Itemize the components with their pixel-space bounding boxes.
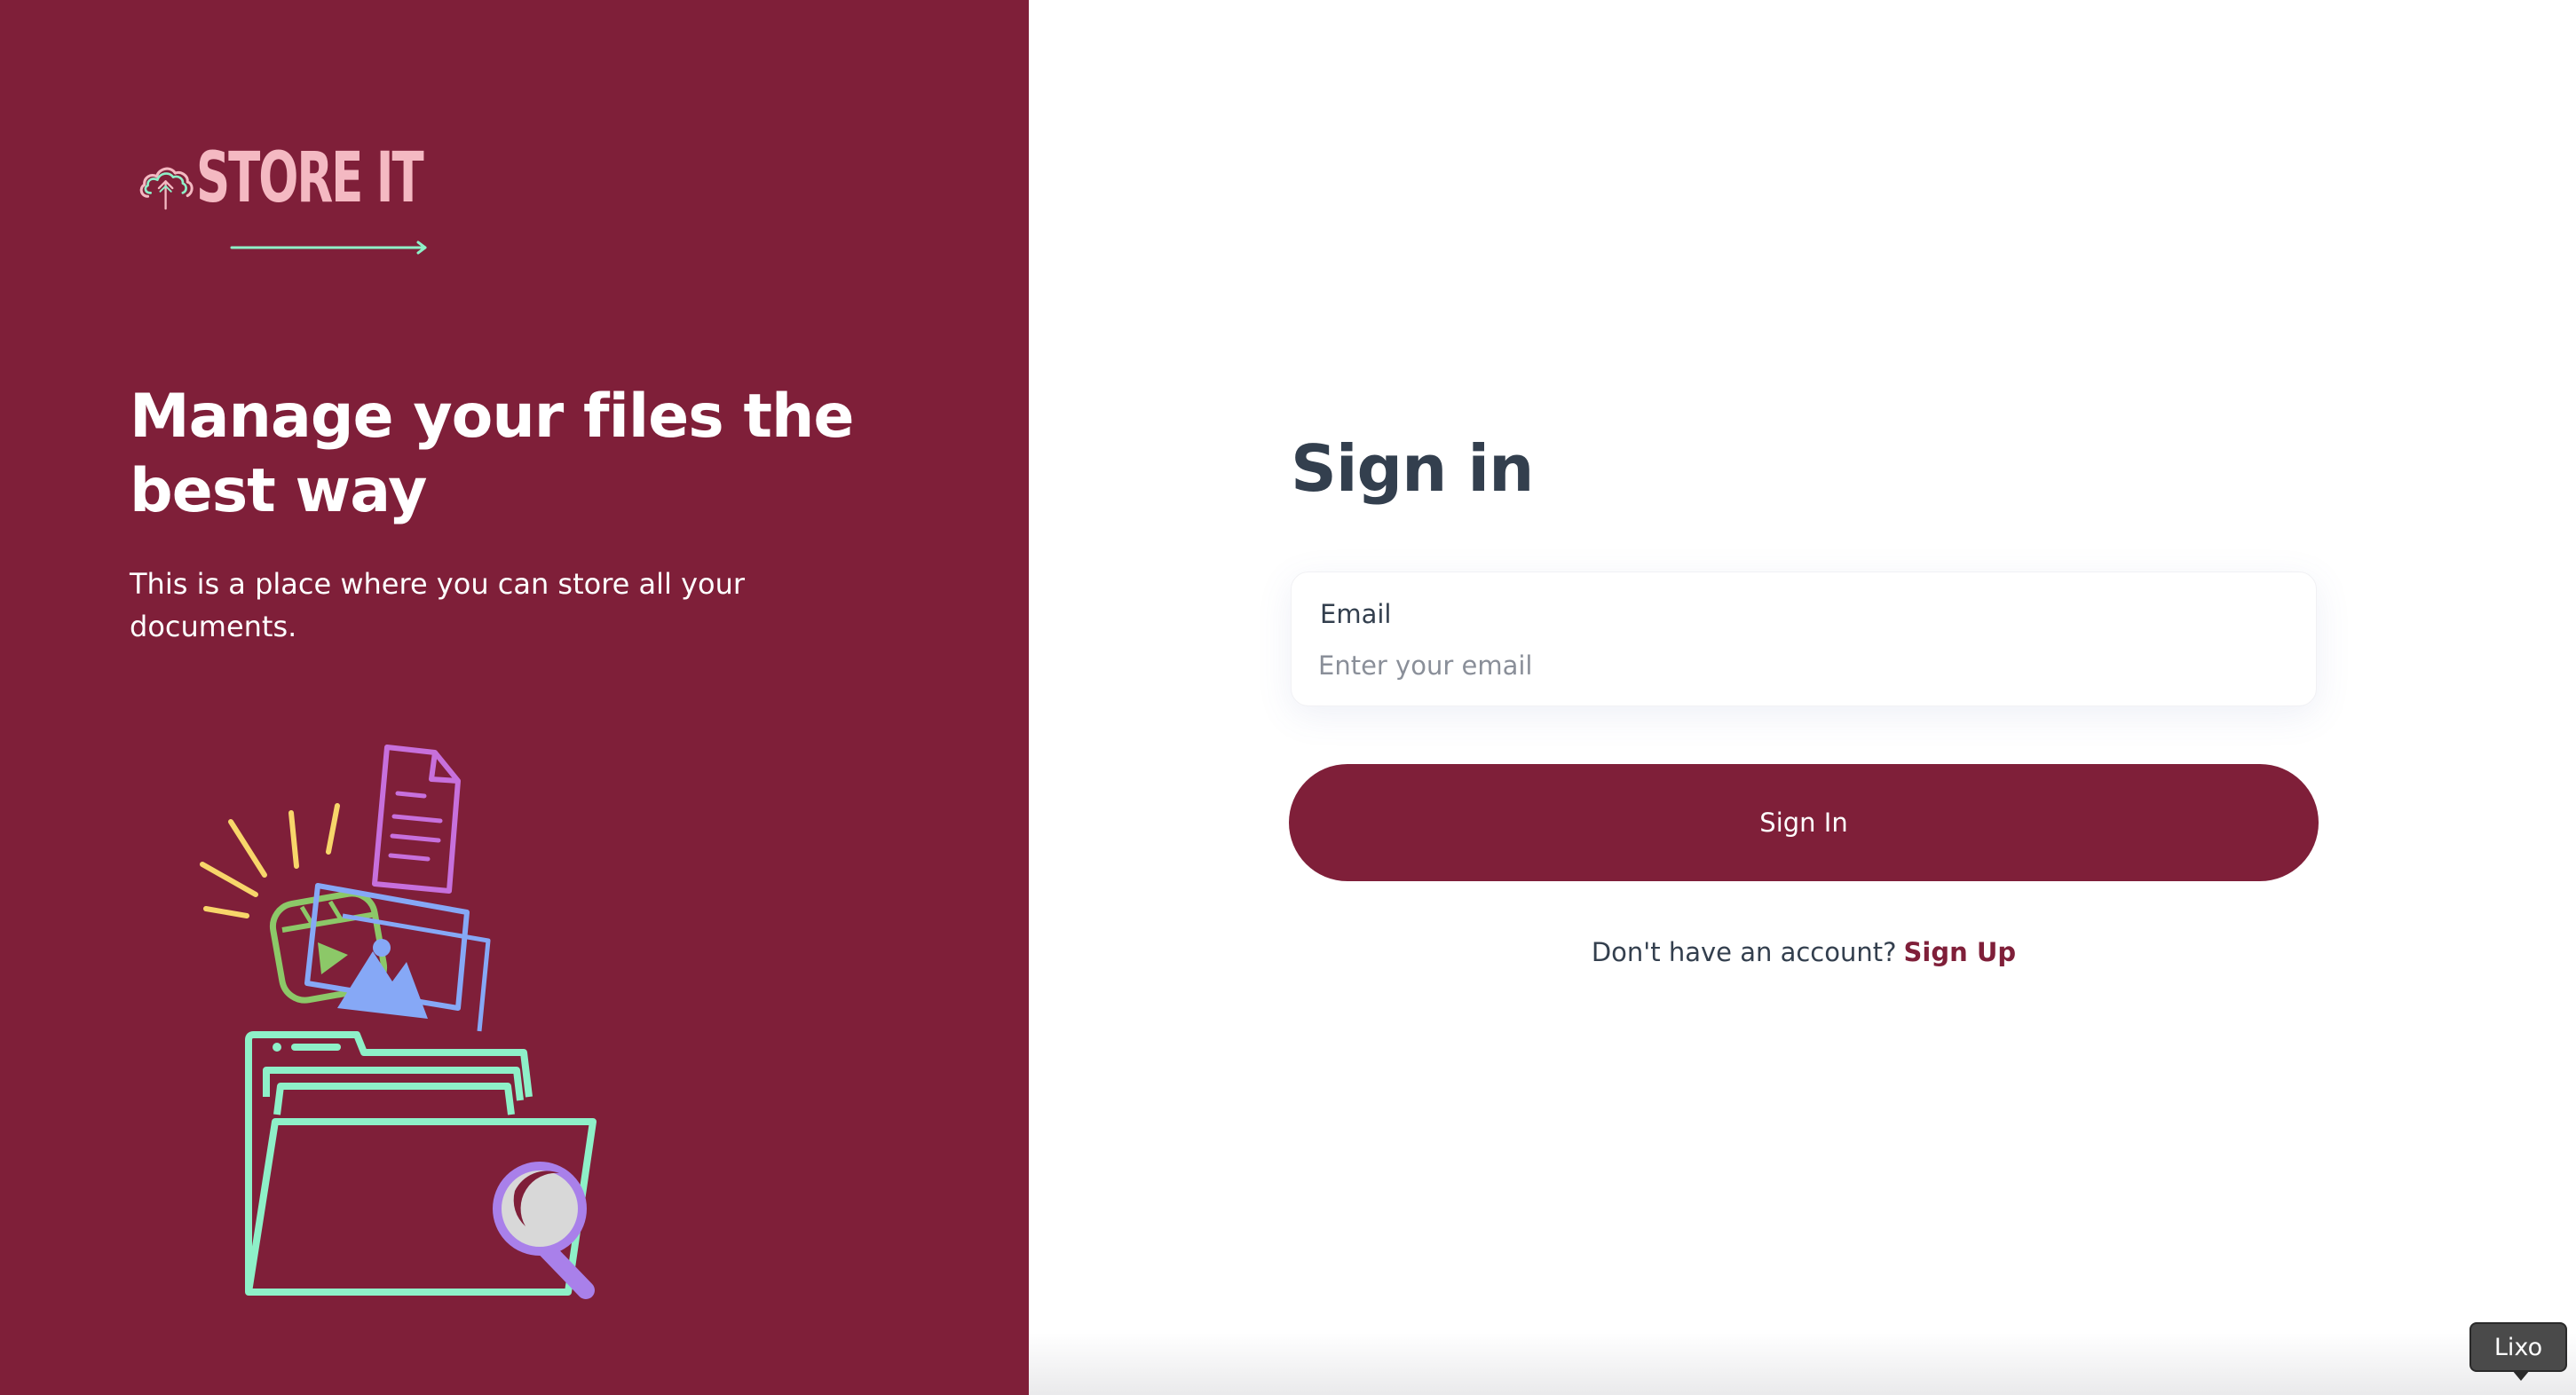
signup-prompt-text: Don't have an account? — [1591, 937, 1897, 967]
email-label: Email — [1320, 599, 1392, 629]
email-field[interactable]: Email — [1291, 571, 2317, 706]
document-icon — [372, 745, 461, 894]
signin-panel: Sign in Email Sign In Don't have an acco… — [1029, 0, 2576, 1395]
signin-title: Sign in — [1291, 431, 1534, 506]
trash-tooltip: Lixo — [2469, 1322, 2567, 1381]
brand-panel: STORE IT Manage your files the best way … — [0, 0, 1029, 1395]
signup-link[interactable]: Sign Up — [1904, 937, 2017, 967]
hero-subtitle: This is a place where you can store all … — [130, 567, 746, 643]
store-it-logo: STORE IT — [138, 117, 528, 255]
logo-text: STORE IT — [195, 138, 424, 218]
files-illustration — [200, 745, 597, 1299]
arrow-right-icon — [230, 240, 427, 255]
signup-prompt: Don't have an account? Sign Up — [1289, 937, 2319, 967]
magnifier-icon — [493, 1162, 595, 1299]
signin-button[interactable]: Sign In — [1289, 764, 2319, 881]
cloud-upload-icon — [139, 167, 194, 210]
email-input[interactable] — [1318, 645, 2277, 686]
bottom-shadow — [1029, 1333, 2576, 1395]
logo-wordmark: STORE IT — [195, 138, 528, 255]
auth-page: STORE IT Manage your files the best way … — [0, 0, 2576, 1395]
hero-title: Manage your files the best way — [130, 382, 855, 526]
